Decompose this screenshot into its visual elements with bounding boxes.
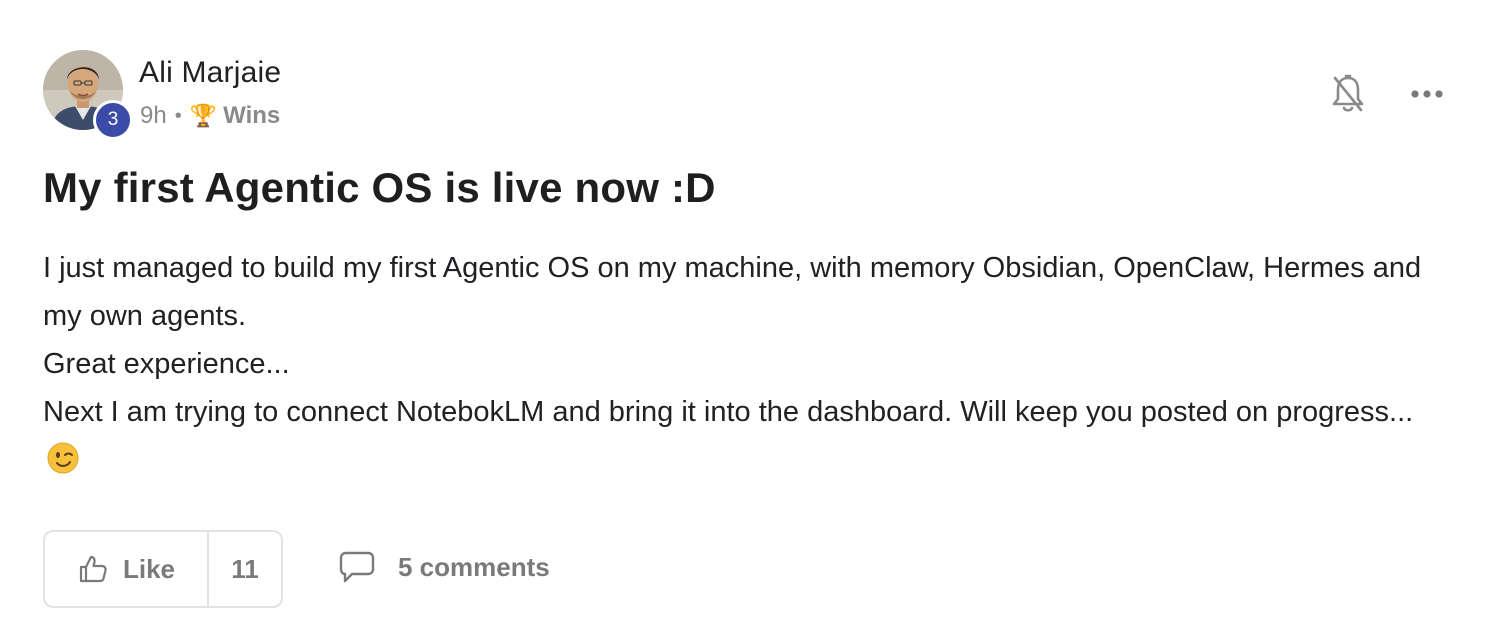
like-group: Like 11 <box>43 530 283 608</box>
comment-icon <box>339 551 375 583</box>
post-card: 3 Ali Marjaie 9h • 🏆 Wins My first Agent… <box>0 0 1506 634</box>
bell-off-icon <box>1332 74 1364 112</box>
more-options-button[interactable] <box>1408 80 1448 108</box>
level-badge: 3 <box>93 100 133 140</box>
winking-face-icon <box>47 442 79 474</box>
post-meta: 9h • 🏆 Wins <box>140 102 280 130</box>
post-body-text: Next I am trying to connect NotebokLM an… <box>43 396 1414 428</box>
trophy-icon: 🏆 <box>189 103 218 128</box>
meta-separator: • <box>174 104 182 127</box>
author-name[interactable]: Ali Marjaie <box>139 56 281 90</box>
like-label: Like <box>122 553 176 584</box>
like-button[interactable]: Like <box>45 532 209 606</box>
author-avatar-container[interactable]: 3 <box>43 50 133 140</box>
post-time: 9h <box>140 102 167 129</box>
post-body-paragraph: Great experience... <box>43 348 290 380</box>
post-body-paragraph: Next I am trying to connect NotebokLM an… <box>43 388 1443 484</box>
post-body-paragraph: I just managed to build my first Agentic… <box>43 252 1422 332</box>
comments-button[interactable]: 5 comments <box>338 550 550 584</box>
notifications-toggle-button[interactable] <box>1328 72 1368 116</box>
thumbs-up-icon <box>79 555 107 583</box>
like-count[interactable]: 11 <box>209 532 281 606</box>
post-body: I just managed to build my first Agentic… <box>43 244 1443 484</box>
post-category[interactable]: Wins <box>223 102 280 130</box>
comments-count-label: 5 comments <box>398 551 550 582</box>
more-horizontal-icon <box>1411 90 1443 98</box>
post-title: My first Agentic OS is live now :D <box>43 164 716 211</box>
